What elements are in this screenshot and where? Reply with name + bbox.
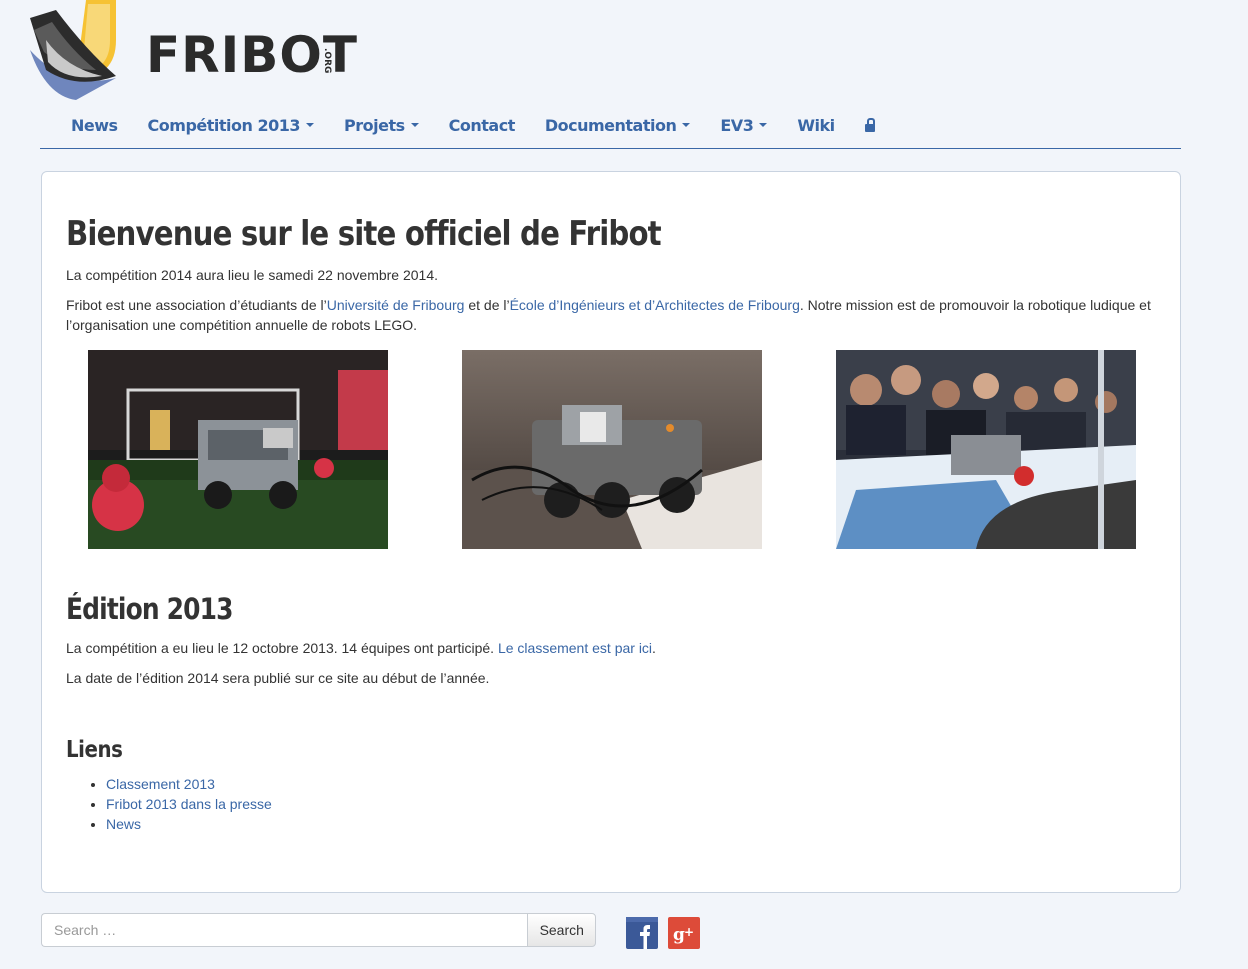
edition-text-before: La compétition a eu lieu le 12 octobre 2… (66, 640, 498, 656)
facebook-link[interactable] (626, 917, 658, 949)
nav-item-ev3[interactable]: EV3 (705, 108, 782, 142)
edition-note: La date de l’édition 2014 sera publié su… (66, 670, 490, 686)
caret-down-icon (759, 123, 768, 127)
classement-link[interactable]: Le classement est par ici (498, 640, 652, 656)
intro-text: La compétition 2014 aura lieu le samedi … (66, 267, 439, 283)
edition-2013-heading: Édition 2013 (66, 592, 233, 626)
svg-text:+: + (684, 925, 694, 939)
lock-icon (864, 118, 875, 132)
link-news[interactable]: News (106, 816, 141, 832)
links-list: Classement 2013 Fribot 2013 dans la pres… (66, 774, 272, 834)
list-item: Classement 2013 (106, 774, 272, 794)
site-logo[interactable]: FRIBOT .ORG (26, 0, 357, 102)
nav-item-projets[interactable]: Projets (329, 108, 434, 142)
nav-item-label: EV3 (720, 115, 754, 135)
nav-item-login[interactable] (850, 108, 890, 142)
photo-lego-robot[interactable] (462, 350, 762, 549)
link-fribot-presse[interactable]: Fribot 2013 dans la presse (106, 796, 272, 812)
main-navigation: News Compétition 2013 Projets Contact Do… (40, 108, 1181, 149)
nav-item-wiki[interactable]: Wiki (782, 108, 849, 142)
logo-org-suffix: .ORG (322, 48, 332, 74)
mission-text-before: Fribot est une association d’étudiants d… (66, 297, 327, 313)
facebook-icon (626, 917, 658, 949)
universite-fribourg-link[interactable]: Université de Fribourg (327, 297, 465, 313)
nav-item-contact[interactable]: Contact (434, 108, 530, 142)
eia-fribourg-link[interactable]: École d’Ingénieurs et d’Architectes de F… (510, 297, 800, 313)
nav-item-documentation[interactable]: Documentation (530, 108, 706, 142)
nav-item-label: Wiki (797, 115, 835, 135)
nav-item-label: Projets (344, 115, 405, 135)
search-input[interactable] (41, 913, 528, 947)
search-button[interactable]: Search (527, 913, 596, 947)
edition-text-after: . (652, 640, 656, 656)
nav-item-label: Compétition 2013 (147, 115, 301, 135)
google-plus-icon: g + (668, 917, 700, 949)
nav-item-label: Documentation (544, 115, 677, 135)
photo-robot-soccer[interactable] (88, 350, 388, 549)
mission-paragraph: Fribot est une association d’étudiants d… (66, 295, 1166, 335)
list-item: Fribot 2013 dans la presse (106, 794, 272, 814)
nav-item-label: Contact (448, 115, 516, 135)
caret-down-icon (306, 123, 315, 127)
mission-text-middle: et de l’ (464, 297, 510, 313)
nav-item-label: News (71, 115, 118, 135)
google-plus-link[interactable]: g + (668, 917, 700, 949)
nav-item-competition-2013[interactable]: Compétition 2013 (133, 108, 329, 142)
liens-heading: Liens (66, 737, 123, 763)
search-form: Search (41, 913, 596, 947)
photo-gallery (42, 350, 1180, 550)
caret-down-icon (410, 123, 419, 127)
caret-down-icon (682, 123, 691, 127)
list-item: News (106, 814, 272, 834)
link-classement-2013[interactable]: Classement 2013 (106, 776, 215, 792)
nav-item-news[interactable]: News (56, 108, 133, 142)
edition-paragraph: La compétition a eu lieu le 12 octobre 2… (66, 638, 1166, 658)
main-content-panel: Bienvenue sur le site officiel de Fribot… (41, 171, 1181, 893)
logo-mark-icon (30, 0, 116, 100)
page-title: Bienvenue sur le site officiel de Fribot (66, 214, 662, 254)
photo-competition-crowd[interactable] (836, 350, 1136, 549)
